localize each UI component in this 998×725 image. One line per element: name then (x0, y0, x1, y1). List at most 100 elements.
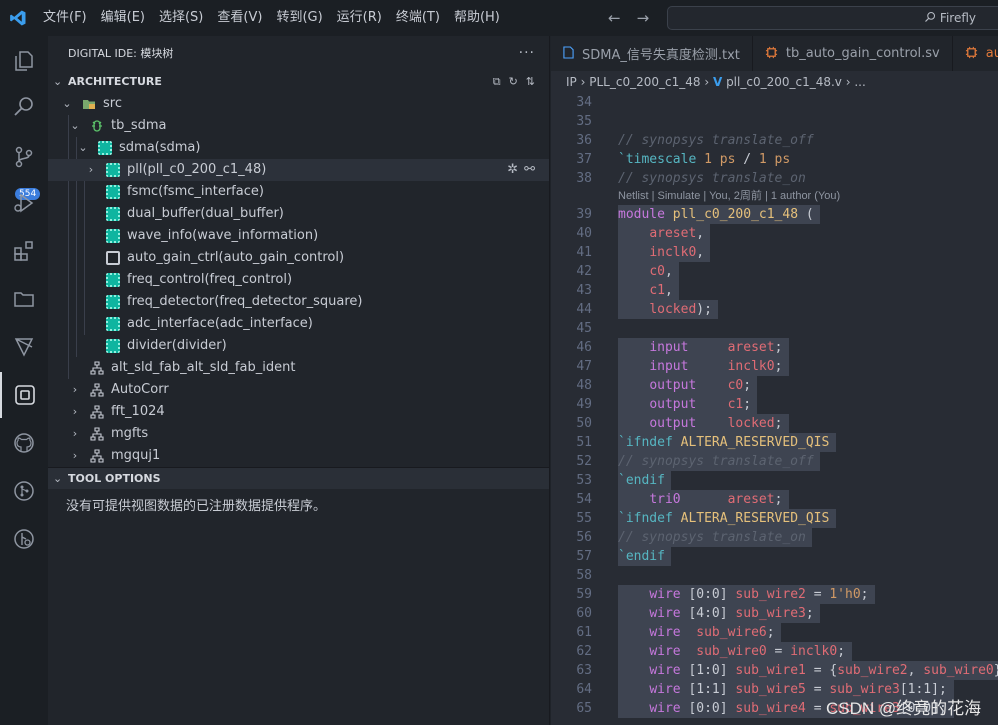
tree-item-label: freq_control(freq_control) (127, 272, 293, 287)
code-line[interactable]: // synopsys translate_on (618, 528, 806, 547)
code-line[interactable]: wire [0:0] sub_wire2 = 1'h0; (618, 585, 868, 604)
tree-item-alt-sld-fab[interactable]: alt_sld_fab_alt_sld_fab_ident (48, 357, 549, 379)
tree-item-freq-control[interactable]: freq_control(freq_control) (48, 269, 549, 291)
menu-go[interactable]: 转到(G) (269, 0, 329, 36)
code-line[interactable]: c1, (618, 281, 672, 300)
breadcrumb-symbol[interactable]: ... (854, 75, 865, 89)
tree-item-adc-interface[interactable]: adc_interface(adc_interface) (48, 313, 549, 335)
menu-run[interactable]: 运行(R) (330, 0, 389, 36)
tree-item-sdma[interactable]: ⌄ sdma(sdma) (48, 137, 549, 159)
code-line[interactable]: wire sub_wire6; (618, 623, 774, 642)
breadcrumb-file[interactable]: pll_c0_200_c1_48.v (726, 75, 842, 89)
code-line[interactable]: // synopsys translate_off (618, 452, 814, 471)
breadcrumb-ip[interactable]: IP (566, 75, 577, 89)
line-number: 49 (576, 397, 592, 412)
tree-item-mgfts[interactable]: › mgfts (48, 423, 549, 445)
tool-options-label: TOOL OPTIONS (68, 472, 161, 485)
more-actions-icon[interactable]: ··· (519, 36, 535, 71)
code-line[interactable]: `endif (618, 471, 665, 490)
code-line[interactable]: inclk0, (618, 243, 704, 262)
tab-tb-auto-gain-control[interactable]: tb_auto_gain_control.sv (753, 36, 953, 71)
side-bar: DIGITAL IDE: 模块树 ··· ⌄ ARCHITECTURE ⧉ ↻ … (48, 36, 596, 725)
flow-icon[interactable] (0, 324, 48, 370)
gitlens-icon[interactable] (0, 516, 48, 562)
refresh-icon[interactable]: ↻ (509, 71, 518, 93)
code-line[interactable]: `endif (618, 547, 665, 566)
digital-ide-icon[interactable] (0, 372, 48, 418)
tool-options-section-header[interactable]: ⌄ TOOL OPTIONS (48, 467, 549, 489)
tree-item-label: tb_sdma (111, 118, 167, 133)
tree-item-mgquj1[interactable]: › mgquj1 (48, 445, 549, 467)
sort-icon[interactable]: ⇅ (526, 71, 535, 93)
tree-item-label: auto_gain_ctrl(auto_gain_control) (127, 250, 345, 265)
menu-view[interactable]: 查看(V) (210, 0, 269, 36)
bug-icon (90, 119, 104, 133)
run-debug-icon[interactable] (0, 180, 48, 226)
verilog-file-icon: V (712, 75, 723, 89)
code-line[interactable]: c0, (618, 262, 672, 281)
share-icon[interactable]: ⚯ (524, 159, 535, 181)
code-line[interactable]: `ifndef ALTERA_RESERVED_QIS (618, 433, 829, 452)
forward-arrow-icon[interactable]: → (637, 9, 650, 27)
tree-item-pll[interactable]: › pll(pll_c0_200_c1_48) ✲ ⚯ (48, 159, 549, 181)
code-line[interactable]: output c1; (618, 395, 751, 414)
tree-item-dual-buffer[interactable]: dual_buffer(dual_buffer) (48, 203, 549, 225)
code-line[interactable]: output locked; (618, 414, 782, 433)
tree-item-freq-detector[interactable]: freq_detector(freq_detector_square) (48, 291, 549, 313)
line-number: 54 (576, 492, 592, 507)
collapse-all-icon[interactable]: ⧉ (493, 71, 501, 93)
tab-au[interactable]: au (953, 36, 998, 71)
tree-item-wave-info[interactable]: wave_info(wave_information) (48, 225, 549, 247)
git-graph-icon[interactable] (0, 468, 48, 514)
code-line[interactable]: areset, (618, 224, 704, 243)
code-line[interactable]: output c0; (618, 376, 751, 395)
code-line[interactable]: // synopsys translate_off (618, 131, 814, 150)
chevron-right-icon: › (72, 449, 78, 462)
code-line[interactable]: module pll_c0_200_c1_48 ( (618, 205, 814, 224)
menu-file[interactable]: 文件(F) (36, 0, 94, 36)
tab-sdma-txt[interactable]: SDMA_信号失真度检测.txt (551, 36, 753, 71)
tree-item-divider[interactable]: divider(divider) (48, 335, 549, 357)
back-arrow-icon[interactable]: ← (608, 9, 621, 27)
tree-item-fft-1024[interactable]: › fft_1024 (48, 401, 549, 423)
title-bar: 文件(F) 编辑(E) 选择(S) 查看(V) 转到(G) 运行(R) 终端(T… (0, 0, 998, 36)
explorer-icon[interactable] (0, 38, 48, 84)
menu-selection[interactable]: 选择(S) (152, 0, 210, 36)
tree-item-src[interactable]: ⌄ src (48, 93, 549, 115)
architecture-section-header[interactable]: ⌄ ARCHITECTURE ⧉ ↻ ⇅ (48, 71, 549, 93)
code-line[interactable]: tri0 areset; (618, 490, 782, 509)
codelens[interactable]: Netlist | Simulate | You, 2周前 | 1 author… (618, 187, 840, 203)
code-line[interactable]: wire [4:0] sub_wire3; (618, 604, 813, 623)
tree-item-auto-gain-ctrl[interactable]: auto_gain_ctrl(auto_gain_control) (48, 247, 549, 269)
chip-icon (106, 229, 120, 243)
breadcrumb-pll-folder[interactable]: PLL_c0_200_c1_48 (589, 75, 700, 89)
code-line[interactable]: // synopsys translate_on (618, 169, 806, 188)
architecture-label: ARCHITECTURE (68, 75, 162, 88)
tree-item-tb-sdma[interactable]: ⌄ tb_sdma (48, 115, 549, 137)
debug-bug-icon[interactable]: ✲ (507, 159, 518, 181)
tree-item-label: wave_info(wave_information) (127, 228, 319, 243)
tree-item-fsmc[interactable]: fsmc(fsmc_interface) (48, 181, 549, 203)
code-line[interactable]: wire [1:0] sub_wire1 = {sub_wire2, sub_w… (618, 661, 998, 680)
github-icon[interactable] (0, 420, 48, 466)
code-line[interactable]: `ifndef ALTERA_RESERVED_QIS (618, 509, 829, 528)
tree-item-label: src (103, 96, 122, 111)
command-center-search[interactable]: Firefly (667, 6, 998, 30)
extensions-icon[interactable] (0, 228, 48, 274)
code-line[interactable]: locked); (618, 300, 712, 319)
source-control-icon[interactable] (0, 134, 48, 180)
code-line[interactable]: wire sub_wire0 = inclk0; (618, 642, 845, 661)
tree-item-autocorr[interactable]: › AutoCorr (48, 379, 549, 401)
menu-terminal[interactable]: 终端(T) (389, 0, 447, 36)
code-editor[interactable]: 34 35 36 // synopsys translate_off 37 `timesc… (551, 93, 998, 725)
search-view-icon[interactable] (0, 84, 48, 130)
code-line[interactable]: input areset; (618, 338, 782, 357)
menu-edit[interactable]: 编辑(E) (94, 0, 152, 36)
line-number: 58 (576, 568, 592, 583)
code-line[interactable]: `timescale 1 ps / 1 ps (618, 150, 790, 169)
menu-help[interactable]: 帮助(H) (447, 0, 507, 36)
breadcrumb-separator: › (580, 75, 590, 89)
code-line[interactable]: input inclk0; (618, 357, 782, 376)
chevron-down-icon: ⌄ (78, 141, 88, 154)
folder-icon[interactable] (0, 276, 48, 322)
